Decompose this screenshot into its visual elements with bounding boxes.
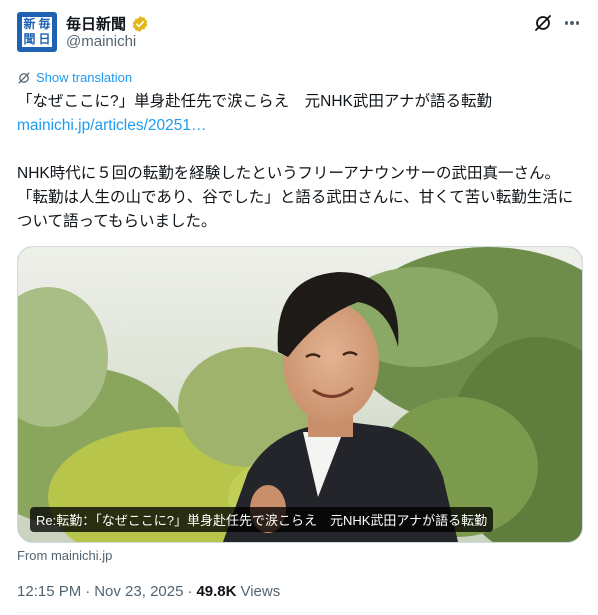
- more-icon: [575, 21, 580, 25]
- post-time[interactable]: 12:15 PM: [17, 583, 81, 600]
- card-source[interactable]: From mainichi.jp: [17, 548, 112, 563]
- avatar-glyph: 聞: [23, 32, 36, 46]
- author-handle[interactable]: @mainichi: [66, 33, 136, 50]
- post-body: NHK時代に５回の転勤を経験したというフリーアナウンサーの武田真一さん。「転勤は…: [17, 165, 574, 230]
- post: 新 毎 聞 日 毎日新聞 @mainichi Show translation …: [0, 0, 598, 615]
- views-label: Views: [240, 583, 281, 600]
- verified-badge-icon: [132, 15, 148, 32]
- post-date[interactable]: Nov 23, 2025: [94, 583, 183, 600]
- divider: [17, 612, 581, 613]
- card-title: Re:転勤：「なぜここに?」単身赴任先で涙こらえ 元NHK武田アナが語る転勤: [30, 507, 494, 532]
- show-translation-button[interactable]: Show translation: [17, 70, 132, 85]
- post-link[interactable]: mainichi.jp/articles/20251…: [17, 114, 582, 138]
- meta-separator: ·: [187, 583, 193, 600]
- avatar-glyph: 日: [38, 32, 51, 46]
- views-count: 49.8K: [196, 583, 237, 600]
- avatar-logo: 新 毎 聞 日: [22, 17, 52, 47]
- avatar[interactable]: 新 毎 聞 日: [17, 12, 57, 52]
- author-display-name[interactable]: 毎日新聞: [66, 13, 126, 34]
- author-name-row: 毎日新聞: [66, 13, 149, 34]
- post-headline: 「なぜここに?」単身赴任先で涙こらえ 元NHK武田アナが語る転勤: [17, 93, 493, 110]
- more-button[interactable]: [562, 13, 582, 33]
- grok-icon: [18, 71, 30, 84]
- post-meta: 12:15 PM · Nov 23, 2025 · 49.8K Views: [17, 583, 280, 600]
- card-image: [18, 247, 582, 542]
- post-text: 「なぜここに?」単身赴任先で涙こらえ 元NHK武田アナが語る転勤 mainich…: [17, 90, 582, 234]
- more-icon: [570, 21, 574, 25]
- avatar-glyph: 新: [23, 17, 36, 31]
- link-card[interactable]: Re:転勤：「なぜここに?」単身赴任先で涙こらえ 元NHK武田アナが語る転勤: [17, 246, 583, 543]
- meta-separator: ·: [85, 583, 91, 600]
- more-icon: [564, 21, 569, 25]
- grok-button[interactable]: [533, 13, 553, 33]
- avatar-glyph: 毎: [38, 17, 51, 31]
- grok-icon: [535, 15, 551, 31]
- show-translation-label: Show translation: [36, 70, 133, 85]
